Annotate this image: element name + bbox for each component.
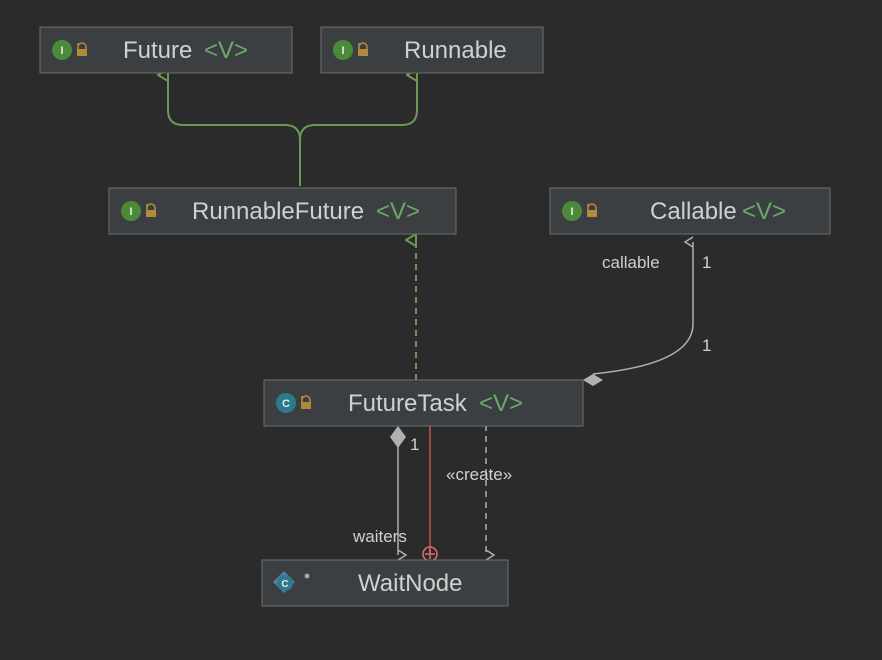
label-waiters-role: waiters — [352, 527, 407, 546]
label-waiters-mult: 1 — [410, 435, 419, 454]
node-future-name: Future — [123, 37, 192, 64]
node-callable[interactable]: I Callable <V> — [550, 188, 830, 234]
label-create: «create» — [446, 465, 512, 484]
interface-icon: I — [341, 45, 344, 57]
node-callable-generic: <V> — [742, 198, 786, 225]
interface-icon: I — [60, 45, 63, 57]
node-callable-name: Callable — [650, 198, 737, 225]
node-runnablefuture[interactable]: I RunnableFuture <V> — [109, 188, 456, 234]
label-callable-mult-top: 1 — [702, 253, 711, 272]
node-future-generic: <V> — [204, 37, 248, 64]
node-waitnode-name: WaitNode — [358, 570, 462, 597]
class-icon: C — [282, 398, 290, 410]
interface-icon: I — [129, 206, 132, 218]
interface-icon: I — [570, 206, 573, 218]
inherit-runnablefuture-runnable — [300, 75, 417, 186]
node-waitnode[interactable]: C WaitNode — [262, 560, 508, 606]
label-callable-role: callable — [602, 253, 660, 272]
inherit-runnablefuture-future — [168, 75, 300, 186]
node-futuretask-generic: <V> — [479, 390, 523, 417]
node-futuretask[interactable]: C FutureTask <V> — [264, 380, 583, 426]
node-runnablefuture-generic: <V> — [376, 198, 420, 225]
node-future[interactable]: I Future <V> — [40, 27, 292, 73]
label-callable-mult-bot: 1 — [702, 336, 711, 355]
node-runnable-name: Runnable — [404, 37, 507, 64]
node-runnablefuture-name: RunnableFuture — [192, 198, 364, 225]
diamond-callable — [583, 374, 603, 386]
node-runnable[interactable]: I Runnable — [321, 27, 543, 73]
svg-text:C: C — [281, 579, 288, 590]
diamond-waitnode — [390, 426, 406, 448]
package-private-icon — [305, 574, 310, 579]
node-futuretask-name: FutureTask — [348, 390, 468, 417]
